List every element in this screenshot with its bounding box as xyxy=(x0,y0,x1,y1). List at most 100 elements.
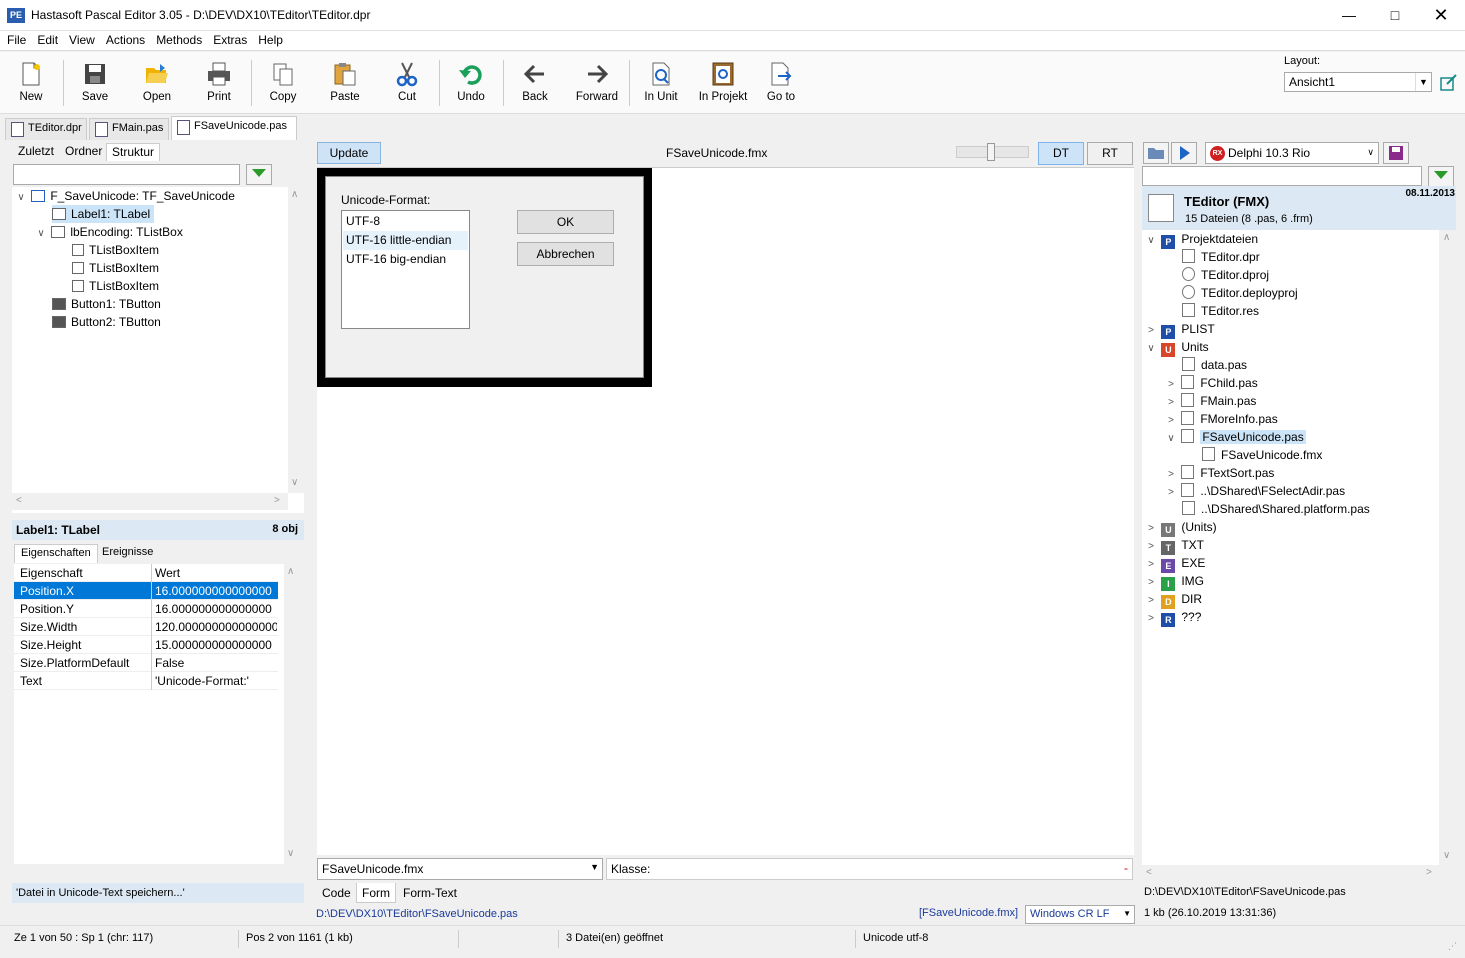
tree-node[interactable]: TListBoxItem xyxy=(72,277,159,295)
list-item[interactable]: UTF-8 xyxy=(343,212,468,231)
slider-knob[interactable] xyxy=(987,143,995,161)
tree-node[interactable]: TListBoxItem xyxy=(72,241,159,259)
property-row[interactable]: Size.Height 15.000000000000000 xyxy=(14,636,278,654)
tab-form-text[interactable]: Form-Text xyxy=(398,883,462,903)
chevron-right-icon[interactable]: > xyxy=(1164,484,1178,502)
tree-node[interactable]: TEditor.dpr xyxy=(1182,248,1260,266)
copy-button[interactable]: Copy xyxy=(252,58,314,110)
tree-node[interactable]: > FTextSort.pas xyxy=(1164,464,1274,482)
unicode-format-label[interactable]: Unicode-Format: xyxy=(341,193,430,207)
list-item[interactable]: UTF-16 little-endian xyxy=(343,231,468,250)
menu-methods[interactable]: Methods xyxy=(152,31,206,47)
tab-form[interactable]: Form xyxy=(356,883,396,903)
tree-node[interactable]: ∨ FSaveUnicode.pas xyxy=(1164,428,1306,446)
tree-node[interactable]: ..\DShared\Shared.platform.pas xyxy=(1182,500,1370,518)
tree-node[interactable]: > E EXE xyxy=(1144,554,1205,573)
file-combo[interactable]: FSaveUnicode.fmx ▼ xyxy=(317,858,603,880)
property-vscrollbar[interactable]: ∧ ∨ xyxy=(284,564,300,864)
chevron-down-icon[interactable]: ∨ xyxy=(1164,430,1178,448)
tree-node[interactable]: > FMoreInfo.pas xyxy=(1164,410,1278,428)
menu-file[interactable]: File xyxy=(3,31,30,47)
structure-search-input[interactable] xyxy=(13,164,240,185)
resize-grip-icon[interactable]: ⋰ xyxy=(1448,941,1457,952)
menu-edit[interactable]: Edit xyxy=(33,31,62,47)
structure-vscrollbar[interactable]: ∧ ∨ xyxy=(288,187,304,493)
chevron-down-icon[interactable]: ∨ xyxy=(34,225,48,243)
tree-node[interactable]: ∨ U Units xyxy=(1144,338,1209,358)
tree-node[interactable]: > U (Units) xyxy=(1144,518,1217,537)
tab-eigenschaften[interactable]: Eigenschaften xyxy=(14,544,98,563)
maximize-button[interactable]: □ xyxy=(1372,0,1418,31)
new-button[interactable]: New xyxy=(0,58,62,110)
line-ending-select[interactable]: Windows CR LF ▼ xyxy=(1025,905,1135,924)
layout-select[interactable]: Ansicht1 ▼ xyxy=(1284,72,1432,92)
tab-code[interactable]: Code xyxy=(317,883,356,903)
update-button[interactable]: Update xyxy=(317,142,381,164)
project-hscrollbar[interactable]: < > xyxy=(1142,865,1439,882)
compiler-select[interactable]: RX Delphi 10.3 Rio ∨ xyxy=(1205,142,1379,164)
structure-filter-button[interactable] xyxy=(246,164,272,185)
tree-node[interactable]: Button1: TButton xyxy=(52,295,161,313)
tree-node[interactable]: TEditor.dproj xyxy=(1182,266,1269,284)
undo-button[interactable]: Undo xyxy=(440,58,502,110)
tree-node[interactable]: > FMain.pas xyxy=(1164,392,1256,410)
project-search-input[interactable] xyxy=(1142,166,1422,186)
property-row[interactable]: Size.Width 120.000000000000000 xyxy=(14,618,278,636)
tree-node[interactable]: FSaveUnicode.fmx xyxy=(1202,446,1322,464)
rt-button[interactable]: RT xyxy=(1087,142,1133,165)
tree-node[interactable]: ∨ lbEncoding: TListBox xyxy=(34,223,183,241)
tree-node[interactable]: > R??? xyxy=(1144,608,1201,628)
ok-button[interactable]: OK xyxy=(517,210,614,234)
property-value[interactable]: 15.000000000000000 xyxy=(155,636,277,654)
open-button[interactable]: Open xyxy=(126,58,188,110)
tree-node[interactable]: Button2: TButton xyxy=(52,313,161,331)
cut-button[interactable]: Cut xyxy=(376,58,438,110)
run-button[interactable] xyxy=(1171,142,1197,164)
form-designer[interactable]: Unicode-Format: UTF-8 UTF-16 little-endi… xyxy=(317,167,1134,855)
tree-node[interactable]: > ..\DShared\FSelectAdir.pas xyxy=(1164,482,1345,500)
tree-node[interactable]: data.pas xyxy=(1182,356,1247,374)
chevron-down-icon[interactable]: ∨ xyxy=(1144,232,1158,250)
property-row[interactable]: Size.PlatformDefault False xyxy=(14,654,278,672)
structure-hscrollbar[interactable]: < > xyxy=(12,493,288,510)
tree-node[interactable]: > I IMG xyxy=(1144,572,1204,591)
menu-actions[interactable]: Actions xyxy=(102,31,149,47)
abbrechen-button[interactable]: Abbrechen xyxy=(517,242,614,266)
menu-view[interactable]: View xyxy=(65,31,99,47)
tree-node[interactable]: TEditor.res xyxy=(1182,302,1259,320)
property-value[interactable]: 16.000000000000000 xyxy=(155,600,277,618)
tree-node[interactable]: Label1: TLabel xyxy=(52,205,155,223)
tab-zuletzt[interactable]: Zuletzt xyxy=(13,143,59,161)
chevron-down-icon[interactable]: ∨ xyxy=(1144,340,1158,358)
in-unit-button[interactable]: In Unit xyxy=(630,58,692,110)
save-button[interactable]: Save xyxy=(64,58,126,110)
forward-button[interactable]: Forward xyxy=(566,58,628,110)
layout-edit-icon[interactable] xyxy=(1440,74,1458,92)
zoom-slider[interactable] xyxy=(956,143,1029,161)
chevron-right-icon[interactable]: > xyxy=(1144,610,1158,628)
print-button[interactable]: Print xyxy=(188,58,250,110)
tab-ereignisse[interactable]: Ereignisse xyxy=(96,544,159,563)
tab-teditor-dpr[interactable]: TEditor.dpr xyxy=(5,118,87,140)
tree-node[interactable]: ∨ F_SaveUnicode: TF_SaveUnicode xyxy=(14,187,235,205)
property-value[interactable]: 120.000000000000000 xyxy=(155,618,277,636)
add-folder-button[interactable] xyxy=(1143,142,1169,164)
dt-button[interactable]: DT xyxy=(1038,142,1084,165)
property-value[interactable]: False xyxy=(155,654,277,672)
minimize-button[interactable]: — xyxy=(1326,0,1372,31)
list-item[interactable]: UTF-16 big-endian xyxy=(343,250,468,269)
back-button[interactable]: Back xyxy=(504,58,566,110)
tree-node[interactable]: > FChild.pas xyxy=(1164,374,1258,392)
paste-button[interactable]: Paste xyxy=(314,58,376,110)
tab-ordner[interactable]: Ordner xyxy=(60,143,107,161)
fmx-link[interactable]: [FSaveUnicode.fmx] xyxy=(919,907,1018,919)
go-to-button[interactable]: Go to xyxy=(750,58,812,110)
property-value[interactable]: 16.000000000000000 xyxy=(155,582,277,600)
save-project-button[interactable] xyxy=(1383,142,1409,164)
menu-extras[interactable]: Extras xyxy=(209,31,251,47)
tree-node[interactable]: > T TXT xyxy=(1144,536,1204,555)
property-row[interactable]: Text 'Unicode-Format:' xyxy=(14,672,278,690)
project-filter-button[interactable] xyxy=(1428,166,1454,187)
tab-struktur[interactable]: Struktur xyxy=(106,143,161,161)
tree-node[interactable]: ∨ P Projektdateien xyxy=(1144,230,1258,250)
